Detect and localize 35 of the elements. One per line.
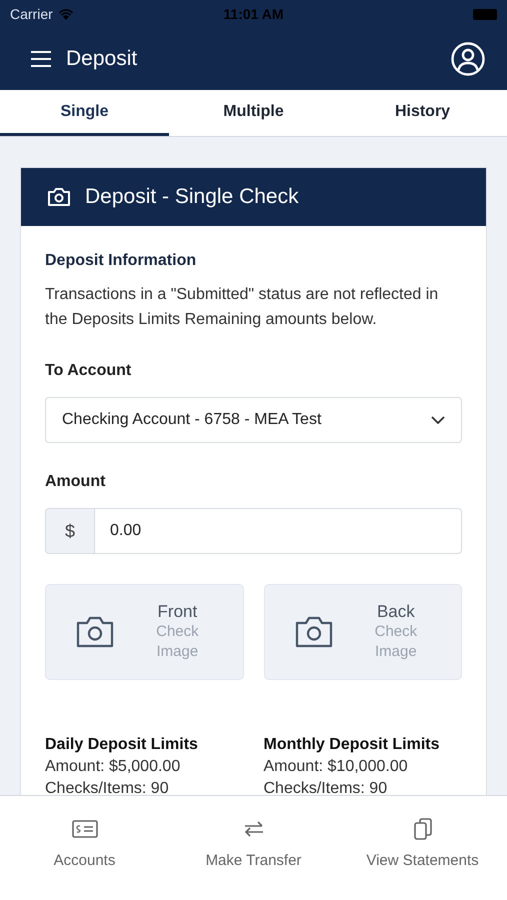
nav-item[interactable]: Accounts xyxy=(0,818,169,900)
nav-item[interactable]: View Statements xyxy=(338,818,507,900)
currency-prefix: $ xyxy=(46,509,95,553)
limit-value: Amount: $5,000.00 xyxy=(45,758,182,776)
card-title: Deposit - Single Check xyxy=(85,185,299,209)
check-image-button[interactable]: Front Check Image xyxy=(45,584,244,680)
limit-value: Checks/Items: 90 xyxy=(264,780,388,795)
check-icon xyxy=(72,818,98,840)
camera-icon xyxy=(76,616,114,648)
copy-icon xyxy=(414,818,432,840)
tab[interactable]: Single xyxy=(0,90,169,136)
status-time: 11:01 AM xyxy=(223,6,284,22)
check-image-button[interactable]: Back Check Image xyxy=(264,584,462,680)
menu-icon[interactable] xyxy=(30,50,52,68)
field-label: Amount xyxy=(45,473,106,491)
nav-item[interactable]: Make Transfer xyxy=(169,818,338,900)
limits-heading: Daily Deposit Limits xyxy=(45,736,199,754)
limit-value: Amount: $10,000.00 xyxy=(264,758,409,776)
account-dropdown[interactable]: Checking Account - 6758 - MEA Test xyxy=(45,397,462,443)
camera-icon xyxy=(294,616,333,648)
chevron-down-icon xyxy=(431,416,445,424)
tab[interactable]: History xyxy=(338,90,507,136)
wifi-icon xyxy=(58,8,74,20)
tab[interactable]: Multiple xyxy=(169,90,338,136)
field-label: To Account xyxy=(45,362,132,380)
page-title: Deposit xyxy=(66,47,138,71)
amount-field[interactable]: $ 0.00 xyxy=(45,508,462,554)
section-heading: Deposit Information xyxy=(45,252,198,270)
profile-icon[interactable] xyxy=(451,42,485,76)
camera-icon xyxy=(47,187,71,207)
limit-value: Checks/Items: 90 xyxy=(45,780,170,795)
battery-icon xyxy=(473,8,497,20)
limits-heading: Monthly Deposit Limits xyxy=(264,736,440,754)
carrier-label: Carrier xyxy=(10,6,53,22)
info-text: Transactions in a "Submitted" status are not reflected in the Deposits Limits Remaining amounts below. xyxy=(45,285,440,330)
